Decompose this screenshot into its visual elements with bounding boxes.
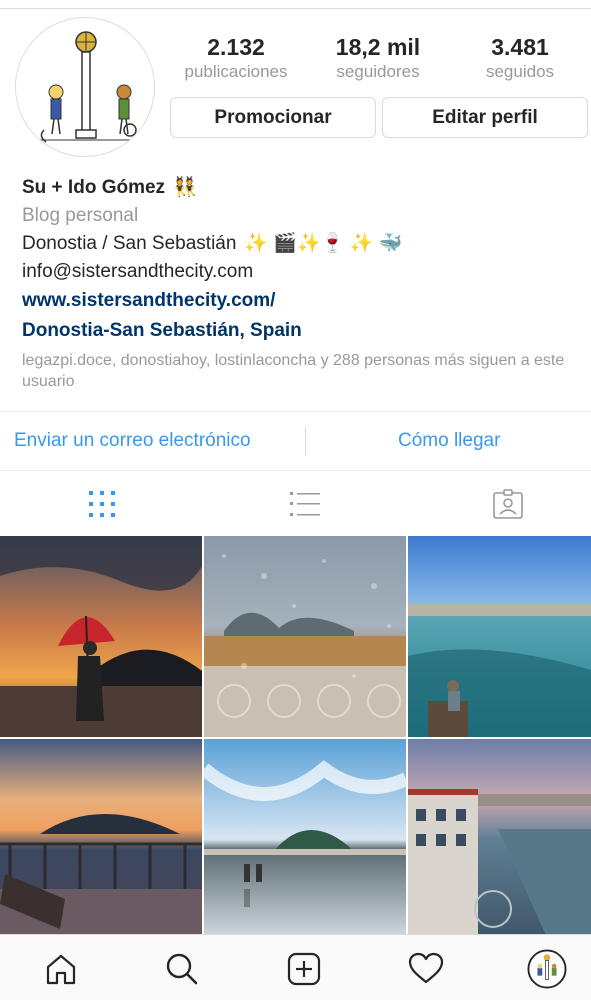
list-view-icon[interactable] [289, 488, 321, 520]
top-divider [0, 8, 591, 9]
profile-tabs [0, 472, 591, 534]
photo-tile[interactable] [408, 739, 591, 940]
add-post-icon[interactable] [284, 949, 324, 989]
profile-bio: Su + Ido Gómez 👯 Blog personal Donostia … [22, 174, 582, 392]
stat-following[interactable]: 3.481 seguidos [449, 34, 591, 84]
profile-place-link[interactable]: Donostia-San Sebastián, Spain [22, 316, 582, 346]
profile-email: info@sistersandthecity.com [22, 261, 254, 282]
profile-website-link[interactable]: www.sistersandthecity.com/ [22, 286, 582, 316]
stat-followers[interactable]: 18,2 mil seguidores [307, 34, 449, 84]
action-divider [305, 426, 306, 456]
profile-name: Su + Ido Gómez [22, 177, 166, 198]
divider [0, 411, 591, 412]
stat-posts-value: 2.132 [207, 34, 265, 60]
photo-tile[interactable] [204, 739, 406, 940]
divider [0, 470, 591, 471]
profile-location-row: Donostia / San Sebastián ✨ 🎬✨🍷 ✨ 🐳 [22, 230, 582, 258]
activity-heart-icon[interactable] [406, 949, 446, 989]
stat-posts[interactable]: 2.132 publicaciones [165, 34, 307, 84]
photo-tile[interactable] [0, 536, 202, 737]
contact-actions: Enviar un correo electrónico Cómo llegar [0, 414, 591, 470]
directions-action[interactable]: Cómo llegar [398, 430, 500, 452]
stat-posts-label: publicaciones [184, 62, 288, 81]
profile-avatar-icon[interactable] [527, 949, 567, 989]
bottom-nav [0, 934, 591, 1000]
profile-name-row: Su + Ido Gómez 👯 [22, 174, 582, 202]
search-icon[interactable] [162, 949, 202, 989]
photo-tile[interactable] [408, 536, 591, 737]
stat-followers-value: 18,2 mil [335, 34, 421, 60]
photo-tile[interactable] [0, 739, 202, 940]
stat-following-label: seguidos [485, 62, 555, 81]
profile-stats: 2.132 publicaciones 18,2 mil seguidores … [165, 34, 591, 84]
profile-name-emoji: 👯 [173, 177, 197, 198]
edit-profile-button[interactable]: Editar perfil [382, 97, 588, 138]
promote-button[interactable]: Promocionar [170, 97, 376, 138]
photo-grid [0, 536, 591, 940]
profile-location-emojis: ✨ 🎬✨🍷 ✨ 🐳 [244, 233, 403, 254]
photo-tile[interactable] [204, 536, 406, 737]
email-action[interactable]: Enviar un correo electrónico [14, 430, 251, 452]
followed-by-text[interactable]: legazpi.doce, donostiahoy, lostinlaconch… [22, 350, 577, 392]
profile-avatar[interactable] [15, 17, 155, 157]
grid-view-icon[interactable] [86, 488, 118, 520]
stat-following-value: 3.481 [491, 34, 549, 60]
profile-location-text: Donostia / San Sebastián [22, 233, 237, 254]
profile-category: Blog personal [22, 205, 139, 226]
home-icon[interactable] [41, 949, 81, 989]
tagged-icon[interactable] [492, 488, 524, 520]
stat-followers-label: seguidores [336, 62, 420, 81]
